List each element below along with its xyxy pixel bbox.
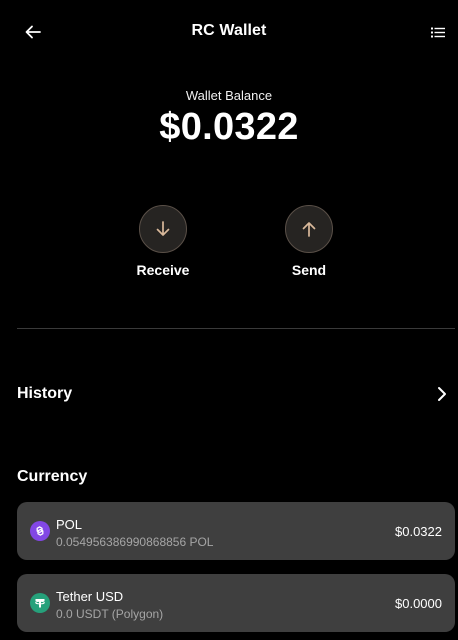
chevron-right-icon bbox=[438, 387, 446, 401]
receive-button[interactable]: Receive bbox=[108, 205, 218, 278]
coin-amount: 0.054956386990868856 POL bbox=[56, 535, 214, 549]
arrow-down-icon bbox=[156, 221, 170, 236]
history-row[interactable]: History bbox=[17, 378, 448, 410]
send-button[interactable]: Send bbox=[254, 205, 364, 278]
list-icon bbox=[431, 27, 445, 37]
page-title: RC Wallet bbox=[191, 22, 267, 39]
coin-value: $0.0322 bbox=[395, 524, 442, 539]
balance-label: Wallet Balance bbox=[185, 88, 273, 103]
coin-name: Tether USD bbox=[56, 589, 124, 604]
currency-item-pol[interactable]: POL 0.054956386990868856 POL $0.0322 bbox=[17, 502, 455, 560]
history-label: History bbox=[17, 385, 73, 402]
coin-value: $0.0000 bbox=[395, 596, 442, 611]
send-icon-circle[interactable] bbox=[285, 205, 333, 253]
menu-button[interactable] bbox=[430, 24, 446, 40]
balance-value: $0.0322 bbox=[159, 106, 299, 148]
polygon-icon bbox=[30, 521, 50, 541]
currency-heading: Currency bbox=[17, 468, 88, 485]
arrow-up-icon bbox=[302, 222, 316, 237]
wallet-screen: RC Wallet Wallet Balance $0.0322 Receive bbox=[0, 0, 458, 640]
app-header: RC Wallet bbox=[0, 0, 458, 64]
divider bbox=[17, 328, 455, 329]
tether-icon bbox=[30, 593, 50, 613]
send-label: Send bbox=[291, 262, 327, 278]
receive-icon-circle[interactable] bbox=[139, 205, 187, 253]
coin-amount: 0.0 USDT (Polygon) bbox=[56, 607, 164, 621]
receive-label: Receive bbox=[136, 262, 190, 278]
coin-name: POL bbox=[56, 517, 83, 532]
currency-item-usdt[interactable]: Tether USD 0.0 USDT (Polygon) $0.0000 bbox=[17, 574, 455, 632]
